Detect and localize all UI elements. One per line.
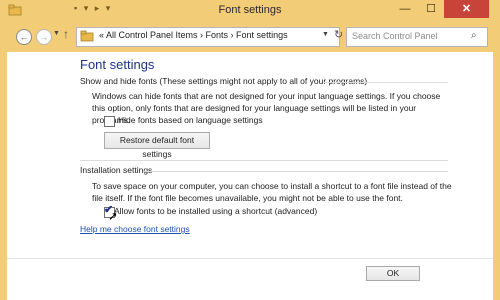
breadcrumb[interactable]: « All Control Panel Items › Fonts › Font… [99,30,288,40]
window-frame-right [493,0,500,300]
mouse-cursor-icon: ➚ [108,209,119,223]
hide-fonts-label[interactable]: Hide fonts based on language settings [118,115,263,125]
search-placeholder: Search Control Panel [352,31,438,41]
footer-divider [7,258,493,259]
hide-fonts-checkbox[interactable] [104,116,115,127]
page-title: Font settings [80,57,155,72]
section-divider [80,160,448,161]
installation-heading: Installation settings [80,165,153,175]
address-dropdown-icon[interactable]: ▼ [322,31,329,38]
maximize-button[interactable]: ☐ [418,0,444,18]
forward-button[interactable]: → [36,29,52,45]
allow-shortcut-label[interactable]: Allow fonts to be installed using a shor… [114,206,317,216]
control-panel-folder-icon [80,30,94,42]
back-button[interactable]: ← [16,29,32,45]
section-divider [324,82,448,83]
minimize-button[interactable]: — [392,0,418,18]
restore-default-button[interactable]: Restore default font settings [104,132,210,159]
refresh-icon[interactable]: ↻ [334,28,343,41]
up-level-button[interactable]: ↑ [63,27,69,41]
help-link[interactable]: Help me choose font settings [80,224,190,234]
recent-locations-dropdown-icon[interactable]: ▼ [53,30,60,37]
window-frame-left [0,0,7,300]
search-icon[interactable]: ⌕ [471,30,477,41]
installation-description: To save space on your computer, you can … [92,181,452,203]
ok-button[interactable]: OK [366,266,420,281]
section-divider [143,171,448,172]
show-hide-heading: Show and hide fonts (These settings migh… [80,76,368,86]
close-button[interactable]: ✕ [444,0,489,18]
